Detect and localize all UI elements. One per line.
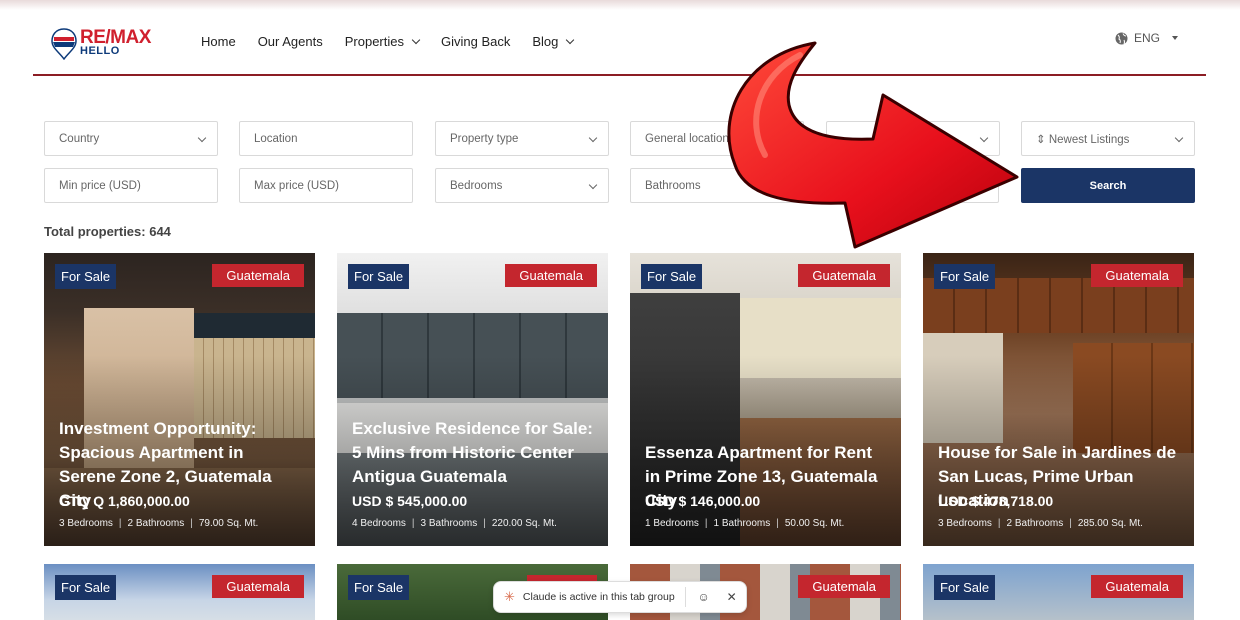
nav-properties-label: Properties (344, 34, 404, 49)
chat-icon[interactable]: ☺ (694, 590, 714, 604)
for-sale-badge: For Sale (641, 264, 703, 289)
property-price: USD $ 545,000.00 (352, 493, 468, 509)
chevron-down-icon (1174, 133, 1184, 143)
language-selector[interactable]: ENG (1115, 31, 1179, 45)
bedrooms-count: 4 Bedrooms (352, 518, 406, 529)
bedrooms-count: 3 Bedrooms (59, 518, 113, 529)
location-placeholder: Location (254, 132, 298, 145)
location-badge: Guatemala (212, 264, 304, 287)
chevron-down-icon (588, 180, 598, 190)
property-card[interactable]: For Sale Guatemala (44, 564, 315, 620)
property-card[interactable]: For Sale Guatemala (923, 564, 1194, 620)
banner-text: Claude is active in this tab group (522, 591, 675, 603)
claude-tab-group-banner: ✳ Claude is active in this tab group ☺ ✕ (493, 581, 747, 613)
nav-home-label: Home (201, 34, 236, 49)
chevron-down-icon (566, 35, 575, 45)
caret-down-icon (1172, 36, 1179, 40)
bedrooms-label: Bedrooms (450, 179, 503, 192)
for-sale-badge: For Sale (348, 264, 410, 289)
min-price-input[interactable]: Min price (USD) (44, 168, 218, 203)
min-price-placeholder: Min price (USD) (59, 179, 141, 192)
nav-giving-back-label: Giving Back (440, 34, 511, 49)
max-price-placeholder: Max price (USD) (254, 179, 339, 192)
bathrooms-count: 2 Bathrooms (127, 518, 185, 529)
country-select-label: Country (59, 132, 100, 145)
property-card[interactable]: For Sale Guatemala Investment Opportunit… (44, 253, 315, 546)
property-card[interactable]: For Sale Guatemala House for Sale in Jar… (923, 253, 1194, 546)
property-meta: 3 Bedrooms | 2 Bathrooms | 285.00 Sq. Mt. (938, 518, 1143, 529)
bathrooms-count: 1 Bathrooms (713, 518, 771, 529)
location-badge: Guatemala (798, 264, 890, 287)
language-label: ENG (1134, 31, 1161, 45)
chevron-down-icon (411, 35, 421, 45)
bedrooms-count: 3 Bedrooms (938, 518, 992, 529)
chevron-down-icon (197, 133, 207, 143)
property-meta: 1 Bedrooms | 1 Bathrooms | 50.00 Sq. Mt. (645, 518, 845, 529)
logo-sub: HELLO (80, 45, 120, 57)
country-select[interactable]: Country (44, 121, 218, 156)
location-badge: Guatemala (212, 575, 304, 598)
property-card[interactable]: For Sale Guatemala Essenza Apartment for… (630, 253, 901, 546)
area-size: 79.00 Sq. Mt. (198, 518, 259, 529)
property-price: USD $ 478,718.00 (938, 493, 1054, 509)
location-badge: Guatemala (798, 575, 890, 598)
property-meta: 4 Bedrooms | 3 Bathrooms | 220.00 Sq. Mt. (352, 518, 557, 529)
claude-logo-icon: ✳ (504, 589, 515, 604)
nav-properties[interactable]: Properties (344, 34, 421, 49)
bathrooms-count: 2 Bathrooms (1006, 518, 1064, 529)
nav-our-agents[interactable]: Our Agents (258, 34, 323, 49)
location-input[interactable]: Location (239, 121, 413, 156)
property-meta: 3 Bedrooms | 2 Bathrooms | 79.00 Sq. Mt. (59, 518, 259, 529)
bathrooms-label: Bathrooms (645, 179, 701, 192)
chevron-down-icon (588, 133, 598, 143)
nav-our-agents-label: Our Agents (257, 34, 323, 49)
close-icon[interactable]: ✕ (722, 590, 742, 604)
balloon-icon (51, 28, 77, 60)
total-properties: Total properties: 644 (44, 224, 171, 239)
nav-blog[interactable]: Blog (532, 34, 575, 49)
sort-select[interactable]: ⇕ Newest Listings (1021, 121, 1195, 156)
bathrooms-count: 3 Bathrooms (420, 518, 478, 529)
for-sale-badge: For Sale (55, 575, 117, 600)
area-size: 285.00 Sq. Mt. (1077, 518, 1143, 529)
main-nav: Home Our Agents Properties Giving Back B… (201, 34, 575, 49)
for-sale-badge: For Sale (55, 264, 117, 289)
for-sale-badge: For Sale (934, 575, 996, 600)
search-button[interactable]: Search (1021, 168, 1195, 203)
sort-label: ⇕ Newest Listings (1036, 133, 1130, 146)
remax-logo[interactable]: RE/MAX HELLO (51, 27, 161, 64)
for-sale-badge: For Sale (934, 264, 996, 289)
globe-icon (1115, 32, 1128, 44)
property-type-label: Property type (450, 132, 519, 145)
property-price: GTQ Q 1,860,000.00 (59, 493, 190, 509)
max-price-input[interactable]: Max price (USD) (239, 168, 413, 203)
property-title[interactable]: Exclusive Residence for Sale: 5 Mins fro… (352, 417, 596, 489)
location-badge: Guatemala (1091, 264, 1183, 287)
area-size: 50.00 Sq. Mt. (784, 518, 845, 529)
location-badge: Guatemala (1091, 575, 1183, 598)
bedrooms-count: 1 Bedrooms (645, 518, 699, 529)
area-size: 220.00 Sq. Mt. (491, 518, 557, 529)
red-arrow-annotation (727, 41, 1019, 249)
property-card[interactable]: For Sale Guatemala Exclusive Residence f… (337, 253, 608, 546)
property-price: USD $ 146,000.00 (645, 493, 761, 509)
property-type-select[interactable]: Property type (435, 121, 609, 156)
nav-home[interactable]: Home (201, 34, 236, 49)
for-sale-badge: For Sale (348, 575, 410, 600)
bedrooms-select[interactable]: Bedrooms (435, 168, 609, 203)
location-badge: Guatemala (505, 264, 597, 287)
nav-giving-back[interactable]: Giving Back (441, 34, 510, 49)
banner-divider (684, 587, 686, 607)
nav-blog-label: Blog (532, 34, 559, 49)
top-shadow (0, 0, 1240, 10)
